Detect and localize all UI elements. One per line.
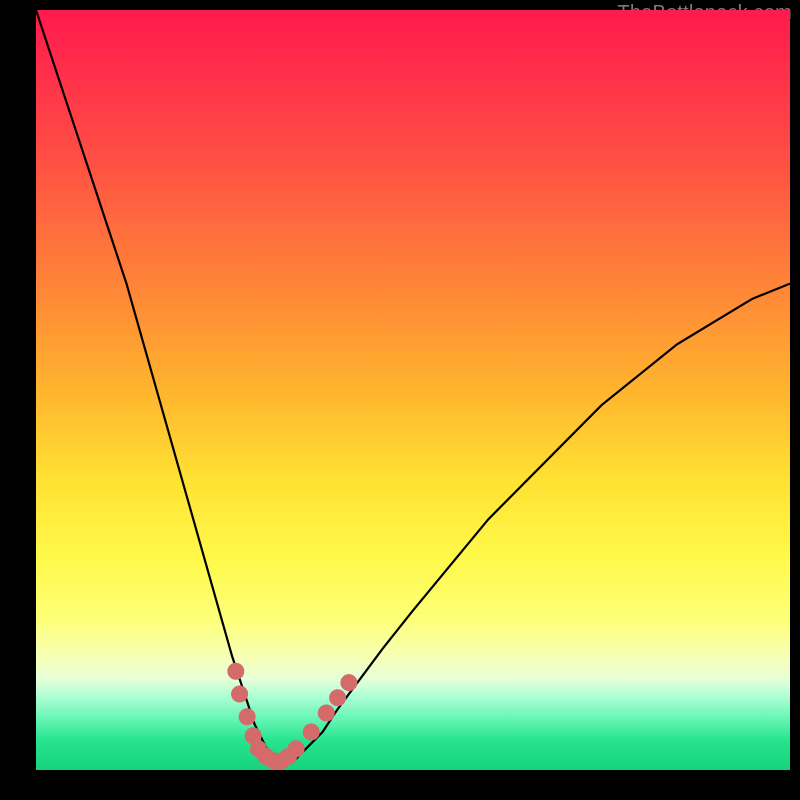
data-marker xyxy=(303,724,319,740)
data-marker xyxy=(228,663,244,679)
data-marker xyxy=(318,705,334,721)
plot-area xyxy=(36,10,790,770)
marker-group xyxy=(228,663,357,769)
chart-stage: TheBottleneck.com xyxy=(0,0,800,800)
data-marker xyxy=(330,690,346,706)
chart-svg xyxy=(36,10,790,770)
data-marker xyxy=(239,709,255,725)
data-marker xyxy=(341,675,357,691)
bottleneck-curve xyxy=(36,10,790,762)
data-marker xyxy=(288,741,304,757)
data-marker xyxy=(232,686,248,702)
